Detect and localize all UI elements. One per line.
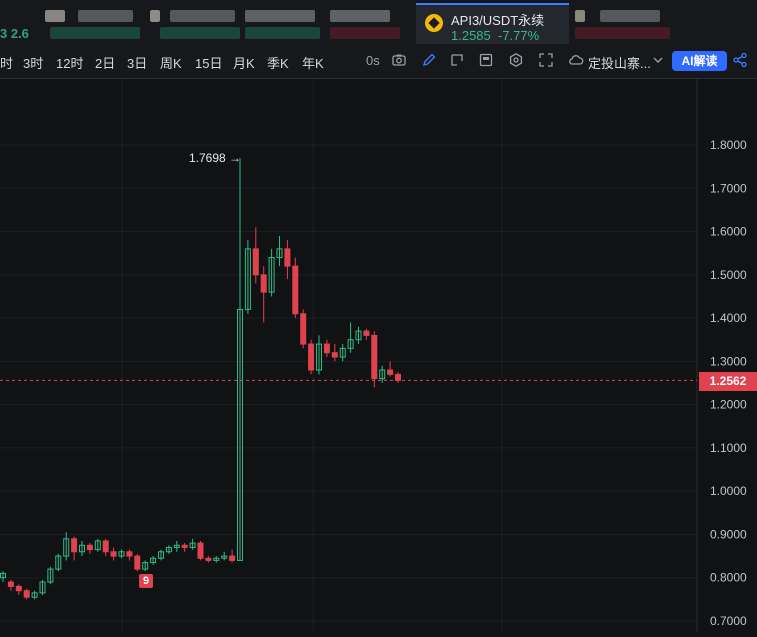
candle-body	[331, 352, 338, 358]
cursor-icon[interactable]	[449, 52, 465, 68]
blurred-ticker	[330, 27, 400, 39]
candle-body	[284, 248, 291, 267]
interval-year[interactable]: 年K	[302, 53, 324, 72]
fullscreen-icon[interactable]	[538, 52, 554, 68]
candle-body	[23, 590, 30, 598]
candle-body	[205, 557, 212, 561]
high-price-label: 1.7698 →	[189, 151, 242, 165]
blurred-ticker	[45, 10, 65, 22]
ai-analysis-button[interactable]: AI解读	[672, 51, 727, 71]
ticker-bar: 3 2.6 API3/USDT永续 1.2585 -7.77%	[0, 0, 757, 44]
interval-month[interactable]: 月K	[233, 53, 255, 72]
y-tick-label: 0.8000	[710, 571, 747, 585]
candlestick-chart[interactable]: 1.8000 1.7000 1.6000 1.5000 1.4000 1.3000 1.20…	[0, 79, 757, 632]
layout-icon[interactable]	[478, 52, 494, 68]
interval-week[interactable]: 周K	[160, 53, 182, 72]
blurred-ticker	[600, 10, 660, 22]
candle-body	[252, 248, 259, 276]
pair-name: API3/USDT永续	[451, 13, 545, 28]
y-tick-label: 1.0000	[710, 484, 747, 498]
share-icon[interactable]	[732, 52, 748, 68]
pair-price: 1.2585 -7.77%	[451, 28, 540, 43]
candle-body	[292, 265, 299, 315]
settings-icon[interactable]	[508, 52, 524, 68]
blurred-ticker	[245, 27, 320, 39]
candle-body	[181, 544, 188, 548]
candle-body	[71, 538, 78, 553]
interval-1h[interactable]: 时	[0, 53, 13, 72]
blurred-ticker	[330, 10, 390, 22]
candle-body	[7, 581, 14, 587]
candle-body	[371, 334, 378, 380]
candle-body	[134, 555, 141, 570]
countdown: 0s	[366, 53, 380, 68]
cloud-icon	[568, 52, 584, 68]
ticker-partial: 3 2.6	[0, 26, 29, 41]
y-tick-label: 0.7000	[710, 614, 747, 628]
interval-2d[interactable]: 2日	[95, 53, 115, 72]
strategy-select[interactable]: 定投山寨...	[588, 53, 651, 72]
candle-body	[126, 551, 133, 557]
interval-quarter[interactable]: 季K	[267, 53, 289, 72]
interval-3d[interactable]: 3日	[127, 53, 147, 72]
blurred-ticker	[150, 10, 160, 22]
candle-body	[395, 373, 401, 381]
interval-3h[interactable]: 3时	[23, 53, 43, 72]
y-tick-label: 0.9000	[710, 527, 747, 541]
current-price-tag: 1.2562	[699, 372, 757, 391]
y-tick-label: 1.6000	[710, 225, 747, 239]
chevron-down-icon[interactable]	[650, 52, 666, 68]
candle-body	[260, 274, 267, 293]
blurred-ticker	[78, 10, 133, 22]
blurred-ticker	[50, 27, 140, 39]
y-tick-label: 1.2000	[710, 398, 747, 412]
candle-body	[363, 330, 370, 336]
interval-15d[interactable]: 15日	[195, 53, 222, 72]
candle-body	[110, 551, 117, 557]
blurred-ticker	[170, 10, 235, 22]
y-tick-label: 1.4000	[710, 311, 747, 325]
candle-body	[15, 585, 22, 592]
candle-body	[323, 343, 330, 354]
candle-body	[308, 343, 315, 371]
candle-body	[300, 313, 307, 345]
camera-icon[interactable]	[391, 52, 407, 68]
blurred-ticker	[160, 27, 240, 39]
candle-body	[387, 369, 394, 375]
y-tick-label: 1.7000	[710, 181, 747, 195]
blurred-ticker	[575, 10, 585, 22]
pencil-icon[interactable]	[421, 52, 437, 68]
y-tick-label: 1.8000	[710, 138, 747, 152]
chart-canvas[interactable]: 1.8000 1.7000 1.6000 1.5000 1.4000 1.3000 1.20…	[0, 79, 757, 632]
candle-body	[86, 544, 93, 551]
marker-badge[interactable]: 9	[139, 574, 153, 588]
candle-body	[197, 542, 204, 559]
y-tick-label: 1.5000	[710, 268, 747, 282]
interval-12h[interactable]: 12时	[56, 53, 83, 72]
candle-body	[102, 540, 109, 553]
y-tick-label: 1.1000	[710, 441, 747, 455]
blurred-ticker	[245, 10, 315, 22]
active-symbol-tab[interactable]: API3/USDT永续 1.2585 -7.77%	[416, 3, 569, 44]
binance-coin-icon	[425, 14, 443, 32]
chart-toolbar: 时 3时 12时 2日 3日 周K 15日 月K 季K 年K 0s 定投山寨..…	[0, 44, 757, 79]
blurred-ticker	[575, 27, 670, 39]
candle-body	[229, 555, 236, 561]
y-tick-label: 1.3000	[710, 354, 747, 368]
